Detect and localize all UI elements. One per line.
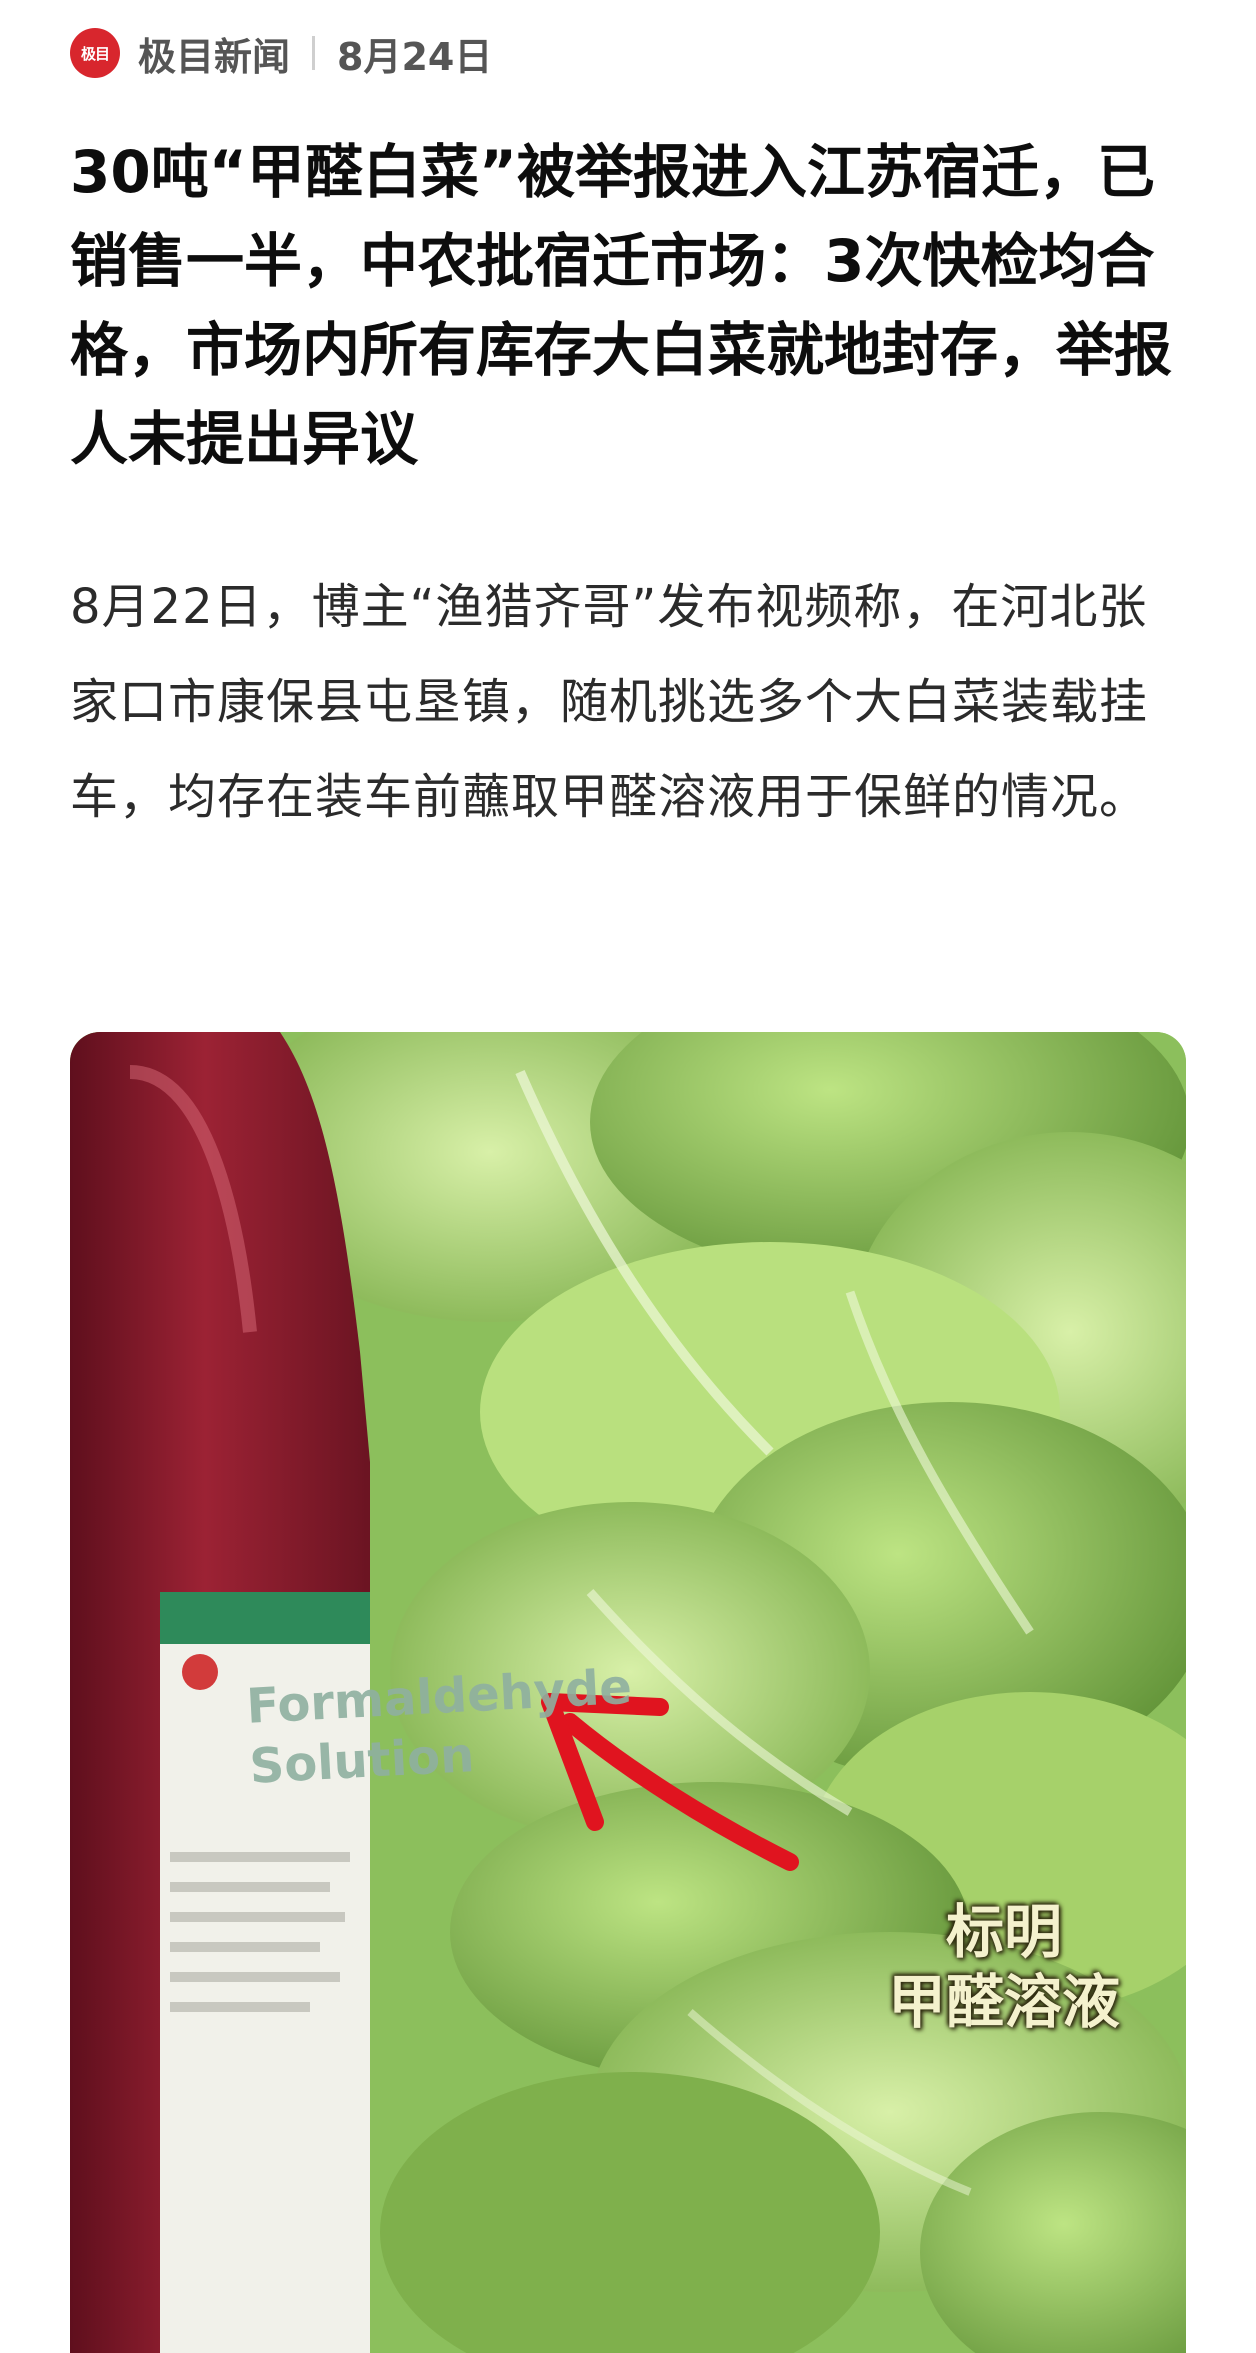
- photo-caption: 标明 甲醛溶液: [888, 1897, 1120, 2037]
- bottle-label-text: Formaldehyde Solution: [245, 1659, 633, 1797]
- publish-date: 8月24日: [337, 34, 493, 79]
- source-bar: 极目 极目新闻 8月24日: [70, 22, 492, 84]
- article-photo[interactable]: Formaldehyde Solution 标明 甲醛溶液: [70, 1032, 1186, 2353]
- article-body: 8月22日，博主“渔猎齐哥”发布视频称，在河北张家口市康保县屯垦镇，随机挑选多个…: [70, 579, 1149, 825]
- photo-caption-line2: 甲醛溶液: [887, 1968, 1120, 2036]
- article-headline: 30吨“甲醛白菜”被举报进入江苏宿迁，已销售一半，中农批宿迁市场：3次快检均合格…: [70, 138, 1173, 473]
- divider: [312, 36, 316, 70]
- photo-caption-line1: 标明: [945, 1898, 1062, 1966]
- publisher-name[interactable]: 极目新闻: [138, 26, 290, 81]
- publisher-logo[interactable]: 极目: [70, 28, 120, 78]
